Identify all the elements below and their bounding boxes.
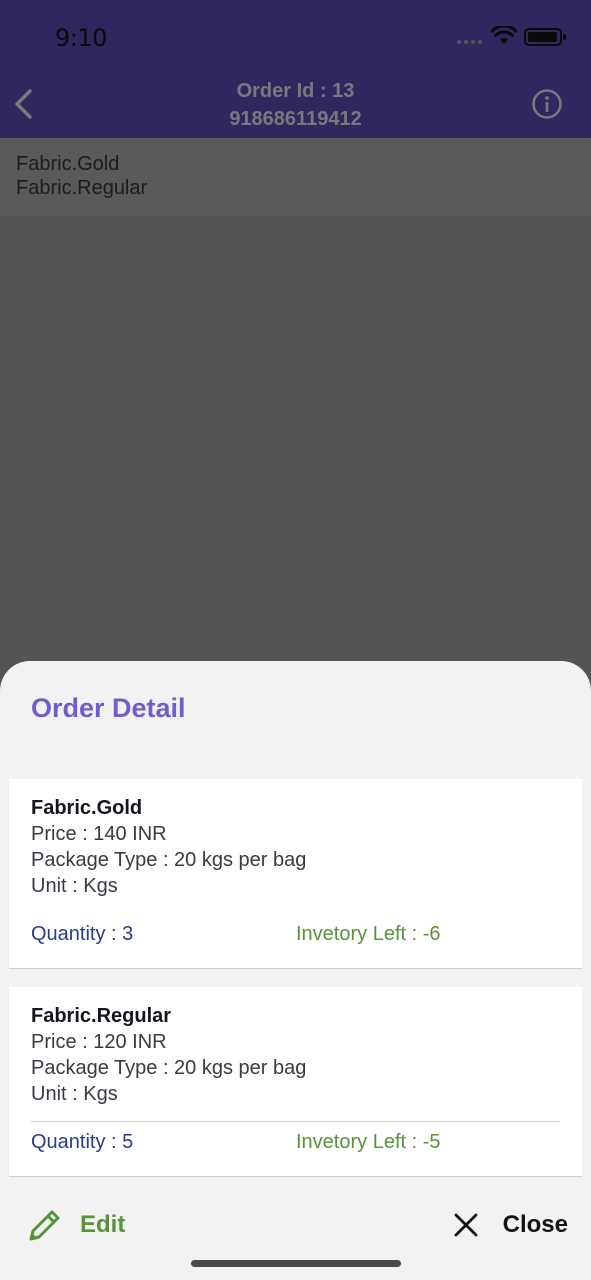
signal-icon bbox=[457, 40, 482, 44]
quantity-row: Quantity : 5 Invetory Left : -5 bbox=[31, 1131, 560, 1159]
inventory-left-label: Invetory Left : -6 bbox=[296, 923, 441, 945]
edit-label: Edit bbox=[80, 1211, 126, 1238]
quantity-label: Quantity : 5 bbox=[31, 1131, 134, 1153]
order-phone-subtitle: 918686119412 bbox=[229, 108, 362, 130]
home-indicator[interactable] bbox=[191, 1260, 401, 1267]
order-detail-sheet: Order Detail Fabric.Gold Price : 140 INR… bbox=[0, 661, 591, 1280]
quantity-row: Quantity : 3 Invetory Left : -6 bbox=[31, 923, 560, 951]
product-unit: Unit : Kgs bbox=[31, 875, 118, 897]
pencil-icon bbox=[29, 1210, 60, 1241]
edit-button[interactable]: Edit bbox=[26, 1201, 125, 1249]
status-bar: 9:10 bbox=[0, 0, 591, 70]
order-item-card: Fabric.Gold Price : 140 INR Package Type… bbox=[9, 779, 582, 969]
navigation-bar: Order Id : 13 918686119412 bbox=[0, 70, 591, 138]
order-item-card: Fabric.Regular Price : 120 INR Package T… bbox=[9, 987, 582, 1177]
product-name: Fabric.Gold bbox=[31, 797, 143, 819]
sheet-action-bar: Edit Close bbox=[0, 1201, 591, 1261]
sheet-title: Order Detail bbox=[31, 693, 186, 723]
order-id-title: Order Id : 13 bbox=[236, 80, 355, 102]
divider bbox=[31, 1121, 560, 1122]
product-price: Price : 120 INR bbox=[31, 1031, 167, 1053]
list-item[interactable]: Fabric.Gold bbox=[16, 152, 575, 176]
close-icon bbox=[454, 1213, 478, 1237]
product-package-type: Package Type : 20 kgs per bag bbox=[31, 849, 307, 871]
close-button[interactable]: Close bbox=[453, 1201, 568, 1249]
product-unit: Unit : Kgs bbox=[31, 1083, 118, 1105]
wifi-icon bbox=[491, 26, 517, 44]
inventory-left-label: Invetory Left : -5 bbox=[296, 1131, 441, 1153]
product-package-type: Package Type : 20 kgs per bag bbox=[31, 1057, 307, 1079]
close-label: Close bbox=[502, 1211, 568, 1238]
status-time: 9:10 bbox=[55, 24, 107, 52]
battery-icon bbox=[524, 28, 566, 46]
info-icon[interactable] bbox=[531, 88, 563, 120]
product-price: Price : 140 INR bbox=[31, 823, 167, 845]
product-name: Fabric.Regular bbox=[31, 1005, 172, 1027]
background-product-list: Fabric.Gold Fabric.Regular bbox=[0, 138, 591, 216]
list-item[interactable]: Fabric.Regular bbox=[16, 176, 575, 200]
quantity-label: Quantity : 3 bbox=[31, 923, 134, 945]
